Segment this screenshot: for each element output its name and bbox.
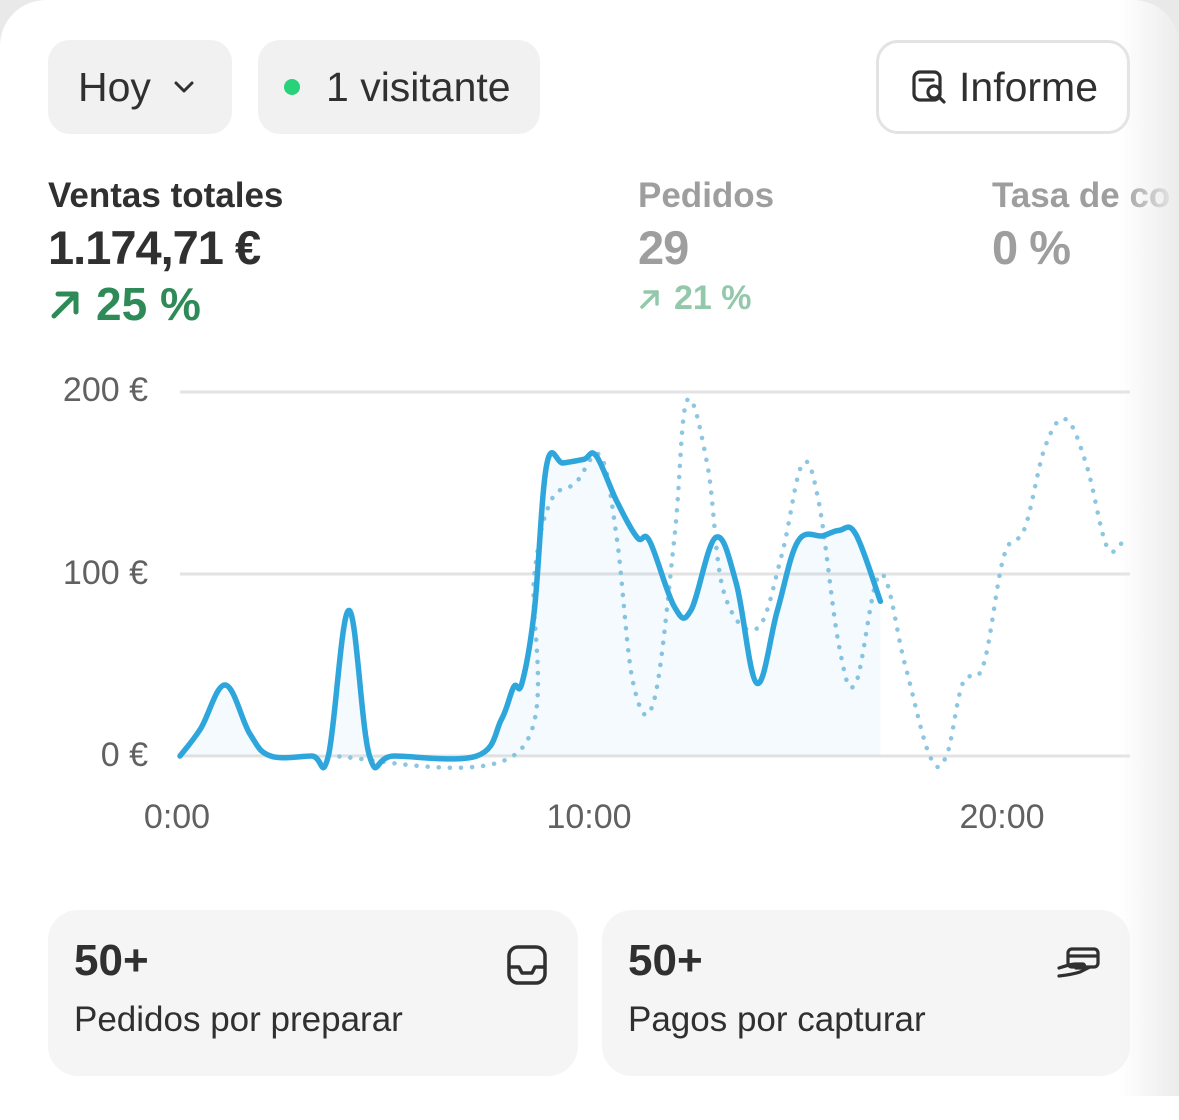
sales-line-chart[interactable] — [0, 0, 1179, 900]
home-card: Hoy 1 visitante Informe Ventas totales 1… — [0, 0, 1179, 1120]
tile-count: 50+ — [74, 936, 149, 985]
tile-caption: Pedidos por preparar — [74, 1000, 403, 1039]
chart-series — [177, 396, 1126, 771]
orders-to-fulfill-card[interactable]: 50+ Pedidos por preparar — [48, 910, 578, 1076]
tile-count: 50+ — [628, 936, 703, 985]
inbox-icon — [507, 945, 547, 985]
payments-to-capture-card[interactable]: 50+ Pagos por capturar — [602, 910, 1130, 1076]
tile-caption: Pagos por capturar — [628, 1000, 926, 1039]
hand-payment-icon — [1057, 947, 1100, 978]
